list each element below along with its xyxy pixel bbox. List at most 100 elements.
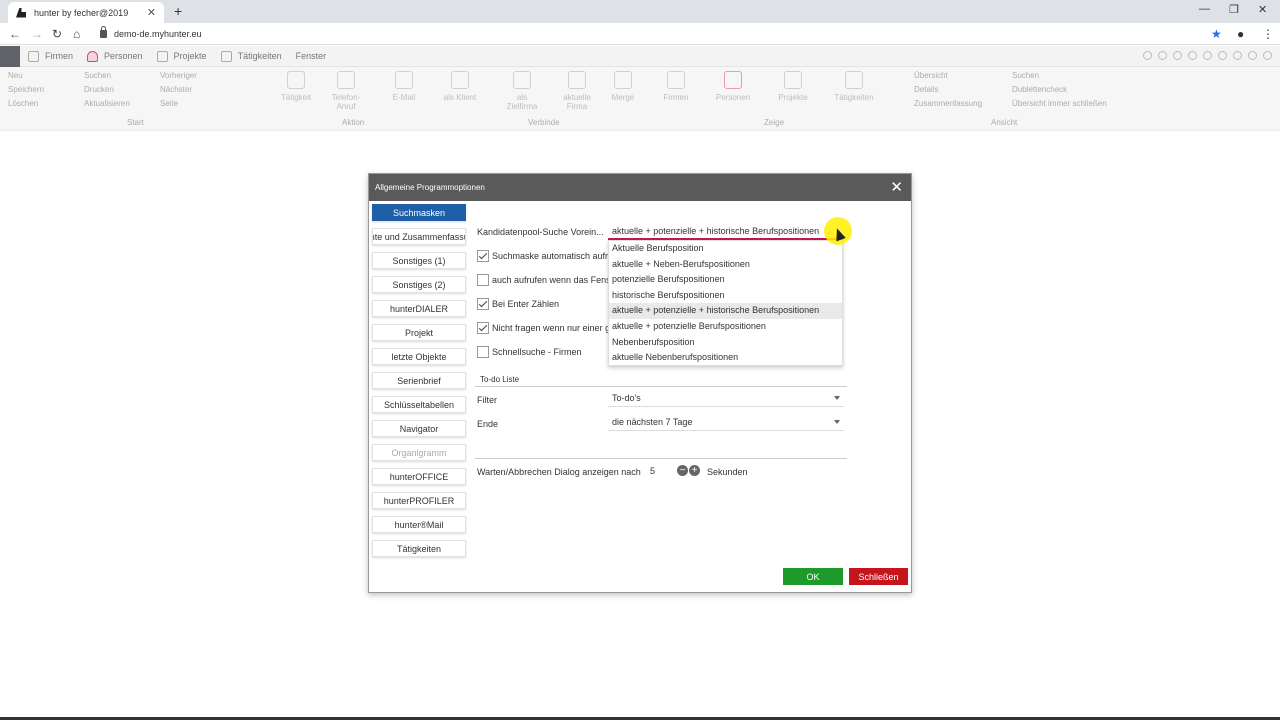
sidebar-item-projekt[interactable]: Projekt <box>372 324 466 341</box>
sidebar-item-navigator[interactable]: Navigator <box>372 420 466 437</box>
schliessen-button[interactable]: Schließen <box>849 568 908 585</box>
ribbon-email[interactable]: E-Mail <box>384 71 424 102</box>
ribbon-ansicht-suchen[interactable]: Suchen <box>1012 71 1039 80</box>
sidebar-item-taetigkeiten[interactable]: Tätigkeiten <box>372 540 466 557</box>
ribbon-dublettencheck[interactable]: Dublettencheck <box>1012 85 1067 94</box>
plus-icon[interactable]: + <box>689 465 700 476</box>
menu-grip[interactable] <box>0 45 20 67</box>
dropdown-option[interactable]: aktuelle Nebenberufspositionen <box>609 350 842 366</box>
ribbon-merge[interactable]: Merge <box>603 71 643 102</box>
ribbon-firmen[interactable]: Firmen <box>656 71 696 102</box>
home-icon[interactable]: ⌂ <box>73 27 80 41</box>
ribbon-naechster[interactable]: Nächster <box>160 85 192 94</box>
menu-fenster[interactable]: Fenster <box>296 51 327 61</box>
sidebar-item-berichte[interactable]: Berichte und Zusammenfassungen <box>372 228 466 245</box>
chart-icon[interactable] <box>1158 51 1167 60</box>
ribbon-uebersicht[interactable]: Übersicht <box>914 71 948 80</box>
menu-personen[interactable]: Personen <box>87 50 143 62</box>
bookmark-star-icon[interactable]: ★ <box>1211 27 1222 41</box>
menu-taetigkeiten[interactable]: Tätigkeiten <box>220 50 282 62</box>
profile-icon[interactable]: ● <box>1237 27 1244 41</box>
ribbon-als-klient[interactable]: als Klient <box>440 71 480 102</box>
ok-button[interactable]: OK <box>783 568 843 585</box>
filter-label: Filter <box>477 395 497 405</box>
sidebar-item-sonstiges-1[interactable]: Sonstiges (1) <box>372 252 466 269</box>
ribbon-seite[interactable]: Seite <box>160 99 178 108</box>
dropdown-option[interactable]: Nebenberufsposition <box>609 335 842 351</box>
ribbon-taetigkeit[interactable]: Tätigkeit <box>276 71 316 102</box>
checkbox-schnellsuche[interactable] <box>477 346 489 358</box>
dropdown-option[interactable]: Aktuelle Berufsposition <box>609 241 842 257</box>
tab-close-icon[interactable]: ✕ <box>147 6 156 19</box>
ribbon-neu[interactable]: Neu <box>8 71 23 80</box>
search-icon[interactable] <box>1203 51 1212 60</box>
sidebar-item-organigramm: Organigramm <box>372 444 466 461</box>
sidebar-item-sonstiges-2[interactable]: Sonstiges (2) <box>372 276 466 293</box>
ribbon-zusammenfassung[interactable]: Zusammenfassung <box>914 99 982 108</box>
reload-icon[interactable]: ↻ <box>52 27 62 41</box>
ende-select[interactable]: die nächsten 7 Tage <box>608 414 844 431</box>
dialog-title-bar: Allgemeine Programmoptionen <box>369 174 911 201</box>
dropdown-option-selected[interactable]: aktuelle + potenzielle + historische Ber… <box>609 303 842 319</box>
restore-icon[interactable]: ❐ <box>1229 3 1239 16</box>
browser-menu-icon[interactable]: ⋮ <box>1262 27 1274 41</box>
ribbon-aktuelle-firma[interactable]: aktuelle Firma <box>557 71 597 111</box>
sidebar-item-hunterdialer[interactable]: hunterDIALER <box>372 300 466 317</box>
info-icon[interactable] <box>1233 51 1242 60</box>
ribbon-loeschen[interactable]: Löschen <box>8 99 38 108</box>
ribbon-group-aktion: Aktion <box>342 118 365 127</box>
sidebar-item-hunteroffice[interactable]: hunterOFFICE <box>372 468 466 485</box>
sidebar-item-suchmasken[interactable]: Suchmasken <box>372 204 466 221</box>
menu-projekte[interactable]: Projekte <box>156 50 207 62</box>
dropdown-option[interactable]: potenzielle Berufspositionen <box>609 272 842 288</box>
toolbar-right-icons <box>1143 51 1272 60</box>
minimize-icon[interactable]: — <box>1199 3 1210 15</box>
warten-value[interactable]: 5 <box>650 466 676 476</box>
ribbon-uebersicht-schliessen[interactable]: Übersicht immer schließen <box>1012 99 1107 108</box>
filter-select[interactable]: To-do's <box>608 390 844 407</box>
url-text: demo-de.myhunter.eu <box>114 29 202 39</box>
bell-icon[interactable] <box>1248 51 1257 60</box>
dropdown-option[interactable]: aktuelle + Neben-Berufspositionen <box>609 257 842 273</box>
sidebar-item-letzte-objekte[interactable]: letzte Objekte <box>372 348 466 365</box>
window-close-icon[interactable]: ✕ <box>1258 3 1267 16</box>
checkbox-auch-aufrufen[interactable] <box>477 274 489 286</box>
ribbon-aktualisieren[interactable]: Aktualisieren <box>84 99 130 108</box>
menu-firmen[interactable]: Firmen <box>28 50 73 62</box>
ribbon-vorheriger[interactable]: Vorheriger <box>160 71 197 80</box>
sidebar-item-schluesseltabellen[interactable]: Schlüsseltabellen <box>372 396 466 413</box>
sidebar-item-huntermail[interactable]: hunter®Mail <box>372 516 466 533</box>
minus-icon[interactable]: − <box>677 465 688 476</box>
checkbox-bei-enter[interactable] <box>477 298 489 310</box>
forward-arrow-icon[interactable]: → <box>31 27 43 41</box>
ribbon-details[interactable]: Details <box>914 85 938 94</box>
sidebar-item-hunterprofiler[interactable]: hunterPROFILER <box>372 492 466 509</box>
back-arrow-icon[interactable]: ← <box>9 27 21 41</box>
url-field[interactable]: demo-de.myhunter.eu <box>100 25 1200 43</box>
ribbon-suchen[interactable]: Suchen <box>84 71 111 80</box>
person-lock-icon <box>568 71 586 89</box>
pool-select[interactable]: aktuelle + potenzielle + historische Ber… <box>608 223 844 240</box>
new-tab-icon[interactable]: + <box>174 3 182 19</box>
ribbon-projekte[interactable]: Projekte <box>773 71 813 102</box>
phone-icon <box>337 71 355 89</box>
dialog-close-icon[interactable]: ✕ <box>890 178 903 196</box>
sidebar-item-serienbrief[interactable]: Serienbrief <box>372 372 466 389</box>
image-icon[interactable] <box>1173 51 1182 60</box>
ribbon-drucken[interactable]: Drucken <box>84 85 114 94</box>
ribbon-zielfirma[interactable]: als Zielfirma <box>502 71 542 111</box>
calendar-icon <box>220 50 232 62</box>
ribbon-personen[interactable]: Personen <box>713 71 753 102</box>
checkbox-nicht-fragen[interactable] <box>477 322 489 334</box>
lock-icon[interactable] <box>1218 51 1227 60</box>
browser-tab[interactable]: hunter by fecher@2019 ✕ <box>8 2 164 23</box>
ribbon-telefon[interactable]: Telefon-Anruf <box>326 71 366 111</box>
dropdown-option[interactable]: historische Berufspositionen <box>609 288 842 304</box>
dropdown-option[interactable]: aktuelle + potenzielle Berufspositionen <box>609 319 842 335</box>
checkbox-suchmaske-auto[interactable] <box>477 250 489 262</box>
ribbon-speichern[interactable]: Speichern <box>8 85 44 94</box>
tools-icon[interactable] <box>1188 51 1197 60</box>
ribbon-taetigkeiten[interactable]: Tätigkeiten <box>834 71 874 102</box>
help-icon[interactable] <box>1143 51 1152 60</box>
settings-icon[interactable] <box>1263 51 1272 60</box>
